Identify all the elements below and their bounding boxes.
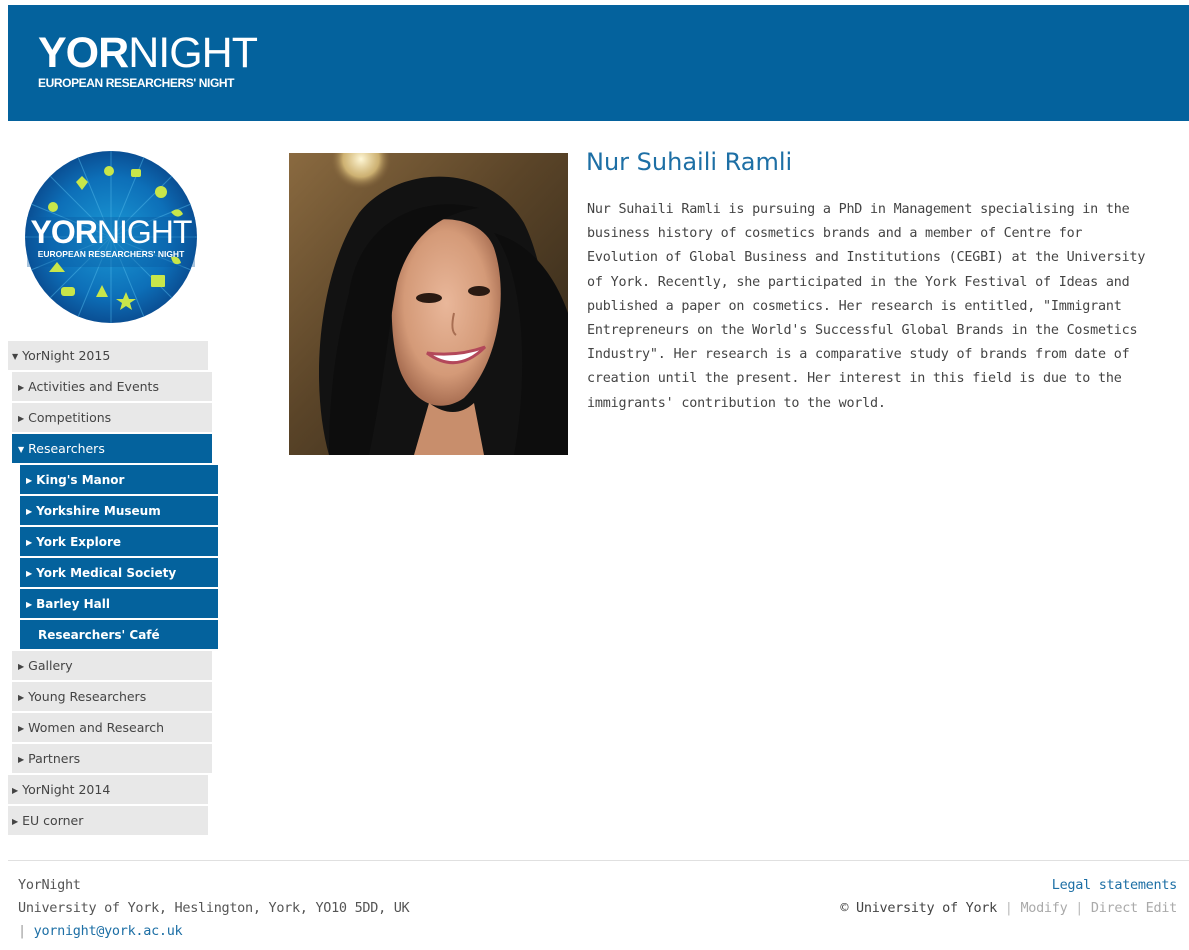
header-banner: YORNIGHT EUROPEAN RESEARCHERS' NIGHT [8,5,1189,121]
sidebar-item-barley-hall[interactable]: ▶ Barley Hall [20,589,218,618]
modify-link[interactable]: Modify [1020,900,1067,916]
footer-separator: | [1075,900,1084,916]
triangle-right-icon: ▶ [18,383,25,392]
triangle-right-icon: ▶ [26,569,33,578]
sidebar-item-yornight-2015[interactable]: ▼ YorNight 2015 [8,341,208,370]
sidebar-item-researchers-cafe[interactable]: Researchers' Café [20,620,218,649]
sidebar-item-label: YorNight 2014 [22,782,111,797]
sidebar-item-label: Gallery [28,658,73,673]
sidebar-item-label: Activities and Events [28,379,159,394]
badge-text-bold: YOR [31,214,98,250]
sidebar-item-label: EU corner [22,813,84,828]
sidebar-item-yorkshire-museum[interactable]: ▶ Yorkshire Museum [20,496,218,525]
yornight-badge-logo: YORNIGHT EUROPEAN RESEARCHERS' NIGHT [25,151,197,323]
copyright: © University of York [840,900,997,916]
sidebar-item-york-medical-society[interactable]: ▶ York Medical Society [20,558,218,587]
triangle-right-icon: ▶ [26,538,33,547]
footer-address: University of York, Heslington, York, YO… [18,900,410,916]
legal-statements-link[interactable]: Legal statements [840,874,1178,897]
sidebar-item-label: Barley Hall [36,597,110,611]
triangle-right-icon: ▶ [12,786,19,795]
footer-separator: | [18,923,26,939]
sidebar-item-label: Women and Research [28,720,165,735]
footer-org: YorNight [18,877,81,893]
footer-contact: YorNight University of York, Heslington,… [18,874,410,943]
sidebar-item-label: Partners [28,751,81,766]
badge-text-light: NIGHT [97,214,192,250]
sidebar-item-label: York Explore [36,535,122,549]
logo-subtitle: EUROPEAN RESEARCHERS' NIGHT [38,76,235,90]
direct-edit-link[interactable]: Direct Edit [1091,900,1177,916]
triangle-right-icon: ▶ [26,600,33,609]
sidebar-item-label: York Medical Society [36,566,177,580]
sidebar-item-label: Young Researchers [28,689,147,704]
footer-separator: | [1004,900,1013,916]
footer-links: Legal statements © University of York | … [840,874,1177,920]
footer-divider [8,860,1189,861]
sidebar-item-label: Researchers' Café [38,628,160,642]
page-title: Nur Suhaili Ramli [586,148,793,176]
triangle-down-icon: ▼ [12,352,19,361]
researcher-bio: Nur Suhaili Ramli is pursuing a PhD in M… [587,202,1146,411]
logo-wordmark: YORNIGHT [38,29,258,77]
logo-light: NIGHT [128,29,258,77]
triangle-right-icon: ▶ [12,817,19,826]
sidebar-item-activities-and-events[interactable]: ▶ Activities and Events [12,372,212,401]
triangle-right-icon: ▶ [18,662,25,671]
sidebar-item-label: Researchers [28,441,105,456]
sidebar-item-york-explore[interactable]: ▶ York Explore [20,527,218,556]
sidebar-item-label: YorNight 2015 [22,348,111,363]
badge-subtitle: EUROPEAN RESEARCHERS' NIGHT [38,249,185,259]
researcher-photo [289,153,568,455]
triangle-down-icon: ▼ [18,445,25,454]
sidebar-item-yornight-2014[interactable]: ▶ YorNight 2014 [8,775,208,804]
sidebar-item-young-researchers[interactable]: ▶ Young Researchers [12,682,212,711]
triangle-right-icon: ▶ [26,507,33,516]
sidebar-item-kings-manor[interactable]: ▶ King's Manor [20,465,218,494]
footer-email-link[interactable]: yornight@york.ac.uk [34,923,183,939]
sidebar-item-researchers[interactable]: ▼ Researchers [12,434,212,463]
sidebar-item-competitions[interactable]: ▶ Competitions [12,403,212,432]
triangle-right-icon: ▶ [18,755,25,764]
sidebar-item-label: King's Manor [36,473,125,487]
triangle-right-icon: ▶ [18,414,25,423]
sidebar-item-gallery[interactable]: ▶ Gallery [12,651,212,680]
logo-bold: YOR [38,29,129,77]
triangle-right-icon: ▶ [26,476,33,485]
sidebar-item-eu-corner[interactable]: ▶ EU corner [8,806,208,835]
site-logo[interactable]: YORNIGHT EUROPEAN RESEARCHERS' NIGHT [38,29,258,91]
triangle-right-icon: ▶ [18,724,25,733]
sidebar-item-label: Competitions [28,410,112,425]
sidebar-item-label: Yorkshire Museum [36,504,161,518]
svg-text:YORNIGHT: YORNIGHT [31,214,192,250]
sidebar-item-partners[interactable]: ▶ Partners [12,744,212,773]
sidebar-item-women-and-research[interactable]: ▶ Women and Research [12,713,212,742]
triangle-right-icon: ▶ [18,693,25,702]
